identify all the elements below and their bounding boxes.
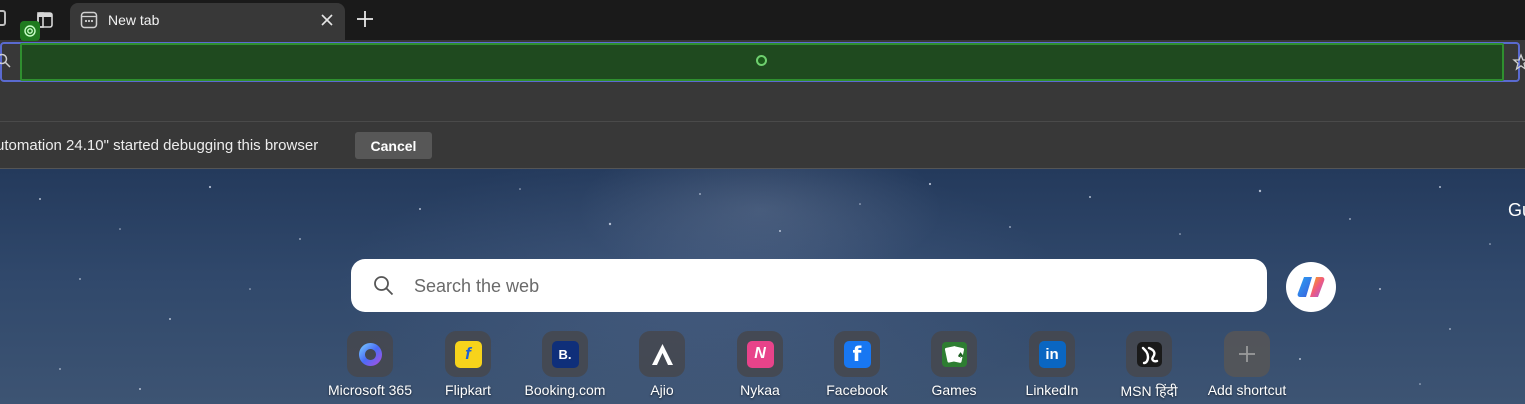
shortcut-tile: N bbox=[737, 331, 783, 377]
shortcut-label: Facebook bbox=[826, 382, 888, 398]
shortcut-msn-hindi[interactable]: MSN हिंदी bbox=[1101, 331, 1197, 401]
shortcut-games[interactable]: ♠ Games bbox=[906, 331, 1002, 398]
search-icon bbox=[374, 276, 394, 296]
shortcut-label: Flipkart bbox=[445, 382, 491, 398]
tab-strip: New tab bbox=[0, 0, 1525, 40]
nykaa-icon: N bbox=[746, 340, 774, 368]
add-shortcut-button[interactable]: Add shortcut bbox=[1199, 331, 1295, 398]
shortcut-tile: f bbox=[834, 331, 880, 377]
new-tab-page: Gu Search the web bbox=[0, 169, 1525, 404]
microsoft-365-icon bbox=[358, 342, 382, 366]
linkedin-icon: in bbox=[1038, 340, 1066, 368]
favorite-star-icon[interactable] bbox=[1512, 53, 1525, 71]
shortcut-tile: B. bbox=[542, 331, 588, 377]
ajio-icon bbox=[651, 343, 673, 365]
shortcut-label: Ajio bbox=[650, 382, 674, 398]
shortcut-ajio[interactable]: Ajio bbox=[614, 331, 710, 398]
shortcut-tile bbox=[1126, 331, 1172, 377]
automation-badge-icon bbox=[20, 21, 40, 41]
shortcut-linkedin[interactable]: in LinkedIn bbox=[1004, 331, 1100, 398]
shortcut-label: LinkedIn bbox=[1025, 382, 1079, 398]
search-input[interactable]: Search the web bbox=[414, 276, 539, 297]
facebook-icon: f bbox=[843, 340, 871, 368]
shortcut-tile bbox=[639, 331, 685, 377]
shortcut-tile: f bbox=[445, 331, 491, 377]
greeting-text: Gu bbox=[1508, 200, 1525, 220]
click-target-marker-icon bbox=[756, 55, 767, 66]
flipkart-icon: f bbox=[454, 340, 482, 368]
shortcut-label: Add shortcut bbox=[1207, 382, 1287, 398]
shortcut-label: Microsoft 365 bbox=[327, 382, 413, 398]
copilot-button[interactable] bbox=[1286, 262, 1336, 312]
debugging-infobar: utomation 24.10" started debugging this … bbox=[0, 122, 1525, 169]
shortcut-label: Booking.com bbox=[524, 382, 606, 398]
tab-title: New tab bbox=[108, 12, 160, 28]
copilot-icon bbox=[1297, 277, 1325, 297]
shortcut-tile: in bbox=[1029, 331, 1075, 377]
games-icon: ♠ bbox=[941, 341, 967, 367]
shortcut-facebook[interactable]: f Facebook bbox=[809, 331, 905, 398]
favorites-bar bbox=[0, 84, 1525, 122]
shortcut-label: MSN हिंदी bbox=[1120, 383, 1178, 399]
address-search-icon bbox=[0, 53, 11, 68]
new-tab-favicon-icon bbox=[80, 11, 98, 29]
shortcut-booking[interactable]: B. Booking.com bbox=[517, 331, 613, 398]
tab-new-tab[interactable]: New tab bbox=[70, 3, 345, 40]
workspaces-icon[interactable] bbox=[0, 10, 6, 26]
svg-text:♠: ♠ bbox=[957, 351, 964, 360]
shortcut-label: Games bbox=[931, 382, 977, 398]
cancel-button[interactable]: Cancel bbox=[355, 132, 432, 159]
plus-icon bbox=[357, 11, 373, 27]
shortcut-tile: ♠ bbox=[931, 331, 977, 377]
shortcut-label: Nykaa bbox=[740, 382, 780, 398]
infobar-message: utomation 24.10" started debugging this … bbox=[0, 137, 319, 154]
shortcut-microsoft-365[interactable]: Microsoft 365 bbox=[322, 331, 418, 398]
new-tab-button[interactable] bbox=[352, 6, 378, 32]
plus-icon bbox=[1239, 346, 1255, 362]
close-tab-icon[interactable] bbox=[318, 11, 336, 29]
shortcut-flipkart[interactable]: f Flipkart bbox=[420, 331, 516, 398]
shortcut-tile bbox=[347, 331, 393, 377]
shortcut-tile bbox=[1224, 331, 1270, 377]
shortcut-nykaa[interactable]: N Nykaa bbox=[712, 331, 808, 398]
msn-hindi-icon bbox=[1136, 341, 1162, 367]
booking-icon: B. bbox=[551, 340, 579, 368]
web-search-box[interactable]: Search the web bbox=[351, 259, 1267, 312]
